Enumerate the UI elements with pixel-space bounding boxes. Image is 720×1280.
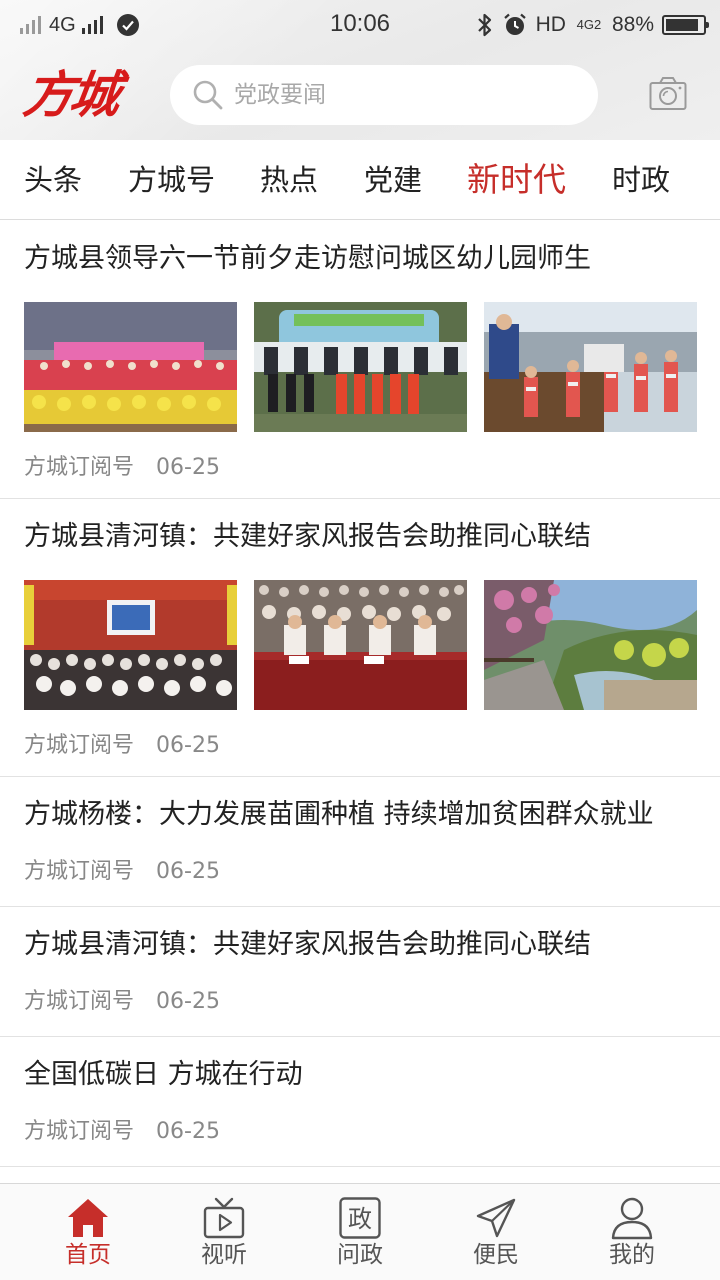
news-source: 方城订阅号 <box>24 1119 135 1144</box>
news-item[interactable]: 全国低碳日 方城在行动 方城订阅号 06-25 <box>0 1037 720 1167</box>
news-meta: 方城订阅号 06-25 <box>24 1117 220 1147</box>
user-icon <box>611 1197 653 1240</box>
thumbnail-image[interactable] <box>484 302 697 432</box>
battery-level <box>666 19 698 31</box>
nav-item-bianmin[interactable]: 便民 <box>428 1184 564 1280</box>
news-source: 方城订阅号 <box>24 859 135 884</box>
news-item[interactable]: 方城县清河镇：共建好家风报告会助推同心联结 方城订阅号 06-25 <box>0 907 720 1037</box>
battery-icon <box>662 15 709 35</box>
status-left: 4G <box>20 10 139 40</box>
news-meta: 方城订阅号 06-25 <box>24 987 220 1017</box>
tab-shizheng[interactable]: 时政 <box>612 140 670 219</box>
news-date: 06-25 <box>156 455 220 480</box>
news-meta: 方城订阅号 06-25 <box>24 731 220 761</box>
tab-toutiao[interactable]: 头条 <box>24 140 82 219</box>
app-header: 方城 <box>0 50 720 140</box>
app-logo[interactable]: 方城 <box>19 60 149 130</box>
search-icon <box>193 80 223 110</box>
news-title[interactable]: 方城县清河镇：共建好家风报告会助推同心联结 <box>24 517 704 557</box>
nav-item-wode[interactable]: 我的 <box>564 1184 700 1280</box>
nav-label: 首页 <box>65 1242 111 1268</box>
thumbnail-image[interactable] <box>24 580 237 710</box>
news-thumbnails <box>24 580 697 710</box>
zheng-icon: 政 <box>339 1197 381 1239</box>
news-feed: 方城县领导六一节前夕走访慰问城区幼儿园师生 方城订阅号 06-25 方城县清河镇… <box>0 221 720 1183</box>
news-thumbnails <box>24 302 697 432</box>
app-screen: 4G 10:06 HD 4G2 88% 方城 党政要闻 头条 方城号 热点 党建… <box>0 0 720 1280</box>
nav-item-home[interactable]: 首页 <box>20 1184 156 1280</box>
paper-plane-icon <box>476 1198 516 1238</box>
nav-label: 我的 <box>609 1242 655 1268</box>
search-bar[interactable] <box>170 65 598 125</box>
news-item[interactable]: 方城杨楼：大力发展苗圃种植 持续增加贫困群众就业 方城订阅号 06-25 <box>0 777 720 907</box>
search-input[interactable] <box>234 82 554 108</box>
news-date: 06-25 <box>156 989 220 1014</box>
signal-1-icon <box>20 16 41 34</box>
news-title[interactable]: 方城杨楼：大力发展苗圃种植 持续增加贫困群众就业 <box>24 795 704 835</box>
network-type: 4G <box>49 13 76 36</box>
news-title[interactable]: 全国低碳日 方城在行动 <box>24 1055 704 1095</box>
news-source: 方城订阅号 <box>24 989 135 1014</box>
news-item[interactable]: 方城县领导六一节前夕走访慰问城区幼儿园师生 方城订阅号 06-25 <box>0 221 720 499</box>
tv-icon <box>203 1197 245 1239</box>
signal-2-icon <box>81 16 103 34</box>
nav-item-shiting[interactable]: 视听 <box>156 1184 292 1280</box>
hd-indicator: HD <box>535 13 566 36</box>
news-source: 方城订阅号 <box>24 455 135 480</box>
nav-label: 问政 <box>337 1242 383 1268</box>
network-type-2: 4G2 <box>576 17 602 32</box>
tab-dangjian[interactable]: 党建 <box>364 140 422 219</box>
category-tabs: 头条 方城号 热点 党建 新时代 时政 <box>0 140 720 220</box>
status-bar: 4G 10:06 HD 4G2 88% <box>0 0 720 50</box>
battery-percent: 88% <box>611 13 654 36</box>
nav-label: 便民 <box>473 1242 519 1268</box>
tab-redian[interactable]: 热点 <box>260 140 318 219</box>
home-icon <box>68 1199 108 1237</box>
nav-item-wenzheng[interactable]: 政 问政 <box>292 1184 428 1280</box>
status-right: HD 4G2 88% <box>476 8 709 42</box>
thumbnail-image[interactable] <box>24 302 237 432</box>
camera-icon[interactable] <box>648 74 688 114</box>
news-title[interactable]: 方城县领导六一节前夕走访慰问城区幼儿园师生 <box>24 239 704 279</box>
news-source: 方城订阅号 <box>24 733 135 758</box>
bluetooth-icon <box>477 13 491 37</box>
news-date: 06-25 <box>156 1119 220 1144</box>
check-circle-icon <box>116 14 139 36</box>
thumbnail-image[interactable] <box>254 580 467 710</box>
tab-xinshidai[interactable]: 新时代 <box>467 140 566 219</box>
thumbnail-image[interactable] <box>254 302 467 432</box>
thumbnail-image[interactable] <box>484 580 697 710</box>
alarm-icon <box>503 13 526 35</box>
news-meta: 方城订阅号 06-25 <box>24 453 220 483</box>
news-meta: 方城订阅号 06-25 <box>24 857 220 887</box>
nav-label: 视听 <box>201 1242 247 1268</box>
news-date: 06-25 <box>156 859 220 884</box>
bottom-nav: 首页 视听 政 问政 便民 我的 <box>0 1183 720 1280</box>
tab-fangchenghao[interactable]: 方城号 <box>128 140 215 219</box>
news-date: 06-25 <box>156 733 220 758</box>
news-title[interactable]: 方城县清河镇：共建好家风报告会助推同心联结 <box>24 925 704 965</box>
zheng-icon-glyph: 政 <box>348 1205 372 1233</box>
news-item[interactable]: 方城县清河镇：共建好家风报告会助推同心联结 方城订阅号 06-25 <box>0 499 720 777</box>
